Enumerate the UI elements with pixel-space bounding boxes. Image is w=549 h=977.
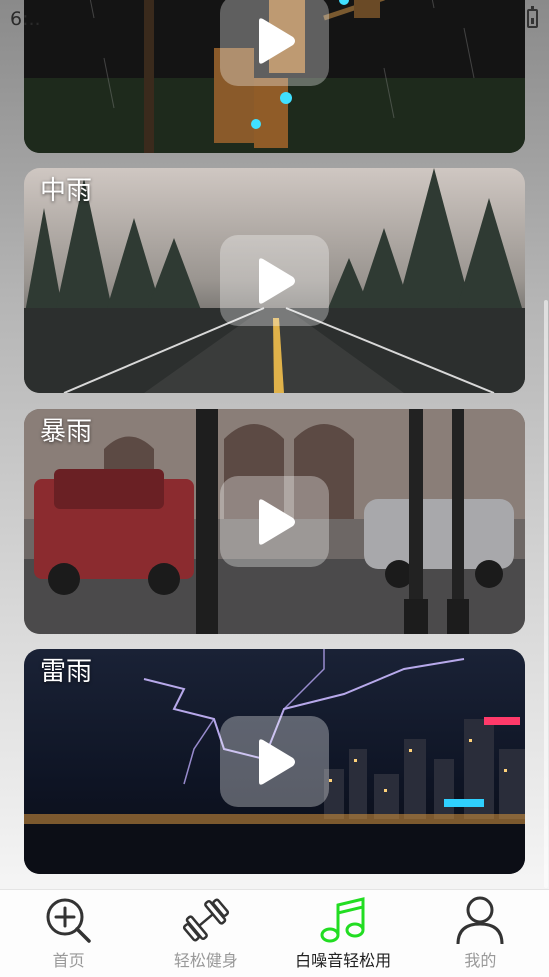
play-button[interactable] bbox=[220, 0, 329, 86]
bottom-tab-bar: 首页 轻松健身 白噪音轻松用 我的 bbox=[0, 889, 549, 977]
play-button[interactable] bbox=[220, 716, 329, 807]
tab-label: 我的 bbox=[464, 951, 497, 970]
play-icon bbox=[258, 17, 295, 64]
tab-label: 首页 bbox=[52, 951, 85, 970]
card-title: 暴雨 bbox=[40, 417, 93, 447]
card-title: 雷雨 bbox=[40, 657, 93, 687]
play-icon bbox=[258, 498, 295, 545]
play-icon bbox=[258, 738, 295, 785]
zoom-in-icon bbox=[46, 898, 91, 943]
person-icon bbox=[456, 896, 504, 945]
card-title: 中雨 bbox=[40, 176, 93, 206]
play-icon bbox=[258, 257, 295, 304]
status-time: 6:.. bbox=[10, 8, 41, 30]
sound-card-heavy-rain[interactable]: 暴雨 bbox=[24, 409, 525, 634]
sound-card-moderate-rain[interactable]: 中雨 bbox=[24, 168, 525, 393]
tab-label: 白噪音轻松用 bbox=[295, 951, 392, 970]
tab-home[interactable]: 首页 bbox=[0, 890, 137, 977]
battery-charging-icon bbox=[527, 6, 538, 28]
music-note-icon bbox=[320, 897, 365, 943]
tab-label: 轻松健身 bbox=[173, 951, 238, 970]
tab-profile[interactable]: 我的 bbox=[412, 890, 549, 977]
sound-card-thunderstorm[interactable]: 雷雨 bbox=[24, 649, 525, 874]
scrollbar[interactable] bbox=[544, 300, 548, 888]
play-button[interactable] bbox=[220, 476, 329, 567]
white-noise-screen: 6:.. 中雨 暴雨 雷雨 首页 轻松健身 白噪音轻松用 我的 bbox=[0, 0, 549, 977]
dumbbell-icon bbox=[182, 898, 229, 942]
tab-fitness[interactable]: 轻松健身 bbox=[137, 890, 274, 977]
tab-white-noise[interactable]: 白噪音轻松用 bbox=[275, 890, 412, 977]
play-button[interactable] bbox=[220, 235, 329, 326]
